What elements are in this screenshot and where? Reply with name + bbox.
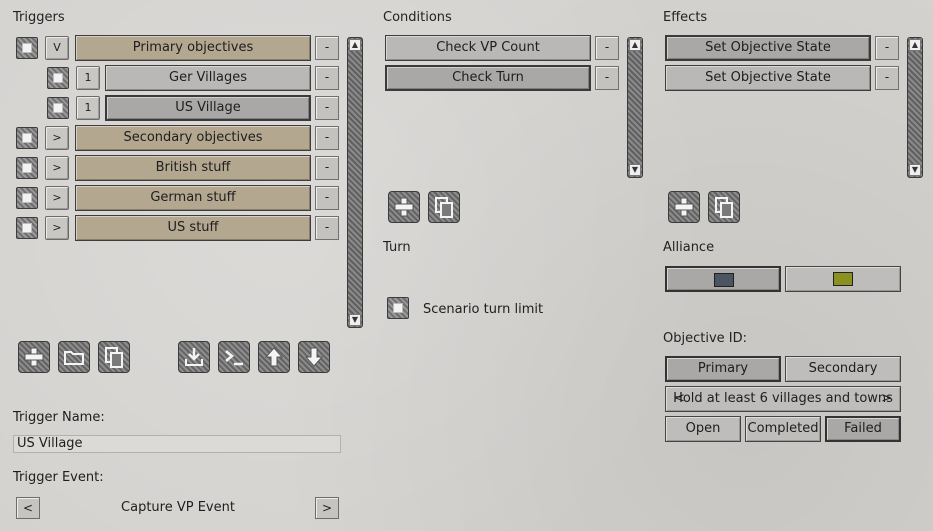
trigger-event-label: Trigger Event: <box>13 470 104 485</box>
objective-prev-button[interactable]: < <box>674 387 685 411</box>
trigger-event-next-button[interactable]: > <box>315 497 339 519</box>
alliance-header: Alliance <box>663 240 715 255</box>
copy-icon <box>435 197 453 218</box>
trigger-remove-button[interactable]: - <box>315 186 339 210</box>
conditions-scrollbar[interactable]: ▲ ▼ <box>627 37 643 178</box>
state-failed-button[interactable]: Failed <box>825 416 901 442</box>
condition-item[interactable]: Check Turn <box>385 65 591 91</box>
triggers-header: Triggers <box>13 10 65 25</box>
move-up-button[interactable] <box>258 341 290 373</box>
scroll-down-icon[interactable]: ▼ <box>629 164 641 176</box>
objective-type-primary[interactable]: Primary <box>665 356 781 382</box>
trigger-event-prev-button[interactable]: < <box>16 497 40 519</box>
trigger-expand-toggle[interactable]: > <box>45 186 69 210</box>
trigger-expand-toggle[interactable]: > <box>45 126 69 150</box>
trigger-checkbox[interactable] <box>47 67 69 89</box>
trigger-row-primary-objectives[interactable]: Primary objectives <box>75 35 311 61</box>
trigger-checkbox[interactable] <box>16 217 38 239</box>
import-icon <box>185 348 203 366</box>
trigger-remove-button[interactable]: - <box>315 126 339 150</box>
objective-id-header: Objective ID: <box>663 331 747 346</box>
trigger-name-input[interactable]: US Village <box>13 435 341 453</box>
turn-header: Turn <box>383 240 411 255</box>
import-trigger-button[interactable] <box>178 341 210 373</box>
add-folder-button[interactable] <box>58 341 90 373</box>
add-icon <box>24 347 44 367</box>
arrow-up-icon <box>264 347 284 367</box>
alliance-color-swatch <box>833 272 853 286</box>
trigger-expand-toggle[interactable]: > <box>45 216 69 240</box>
condition-item[interactable]: Check VP Count <box>385 35 591 61</box>
scroll-down-icon[interactable]: ▼ <box>909 164 921 176</box>
trigger-order-badge[interactable]: 1 <box>76 96 100 120</box>
add-effect-button[interactable] <box>668 191 700 223</box>
effect-remove-button[interactable]: - <box>875 66 899 90</box>
trigger-checkbox[interactable] <box>16 127 38 149</box>
trigger-remove-button[interactable]: - <box>315 156 339 180</box>
trigger-order-badge[interactable]: 1 <box>76 66 100 90</box>
arrow-down-icon <box>304 347 324 367</box>
trigger-row-german-stuff[interactable]: German stuff <box>75 185 311 211</box>
trigger-remove-button[interactable]: - <box>315 36 339 60</box>
scenario-turn-limit-label: Scenario turn limit <box>423 302 544 317</box>
folder-icon <box>64 351 84 365</box>
trigger-row-british-stuff[interactable]: British stuff <box>75 155 311 181</box>
state-open-button[interactable]: Open <box>665 416 741 442</box>
effect-item[interactable]: Set Objective State <box>665 35 871 61</box>
objective-next-button[interactable]: > <box>881 387 892 411</box>
state-completed-button[interactable]: Completed <box>745 416 821 442</box>
scroll-down-icon[interactable]: ▼ <box>349 314 361 326</box>
trigger-remove-button[interactable]: - <box>315 66 339 90</box>
copy-effect-button[interactable] <box>708 191 740 223</box>
trigger-expand-toggle[interactable]: > <box>45 156 69 180</box>
trigger-checkbox[interactable] <box>16 187 38 209</box>
move-down-button[interactable] <box>298 341 330 373</box>
trigger-remove-button[interactable]: - <box>315 216 339 240</box>
add-condition-button[interactable] <box>388 191 420 223</box>
copy-condition-button[interactable] <box>428 191 460 223</box>
trigger-expand-toggle[interactable]: V <box>45 36 69 60</box>
scenario-turn-limit-checkbox[interactable] <box>387 297 409 319</box>
alliance-option-allies[interactable] <box>665 266 781 292</box>
trigger-remove-button[interactable]: - <box>315 96 339 120</box>
trigger-checkbox[interactable] <box>47 97 69 119</box>
scroll-up-icon[interactable]: ▲ <box>349 39 361 51</box>
trigger-name-label: Trigger Name: <box>13 410 105 425</box>
objective-type-secondary[interactable]: Secondary <box>785 356 901 382</box>
copy-icon <box>715 197 733 218</box>
condition-remove-button[interactable]: - <box>595 36 619 60</box>
objective-text: Hold at least 6 villages and towns <box>673 391 893 406</box>
add-icon <box>394 197 414 217</box>
copy-trigger-button[interactable] <box>98 341 130 373</box>
trigger-row-us-village[interactable]: US Village <box>105 95 311 121</box>
trigger-event-value: Capture VP Event <box>121 500 235 515</box>
condition-remove-button[interactable]: - <box>595 66 619 90</box>
scroll-up-icon[interactable]: ▲ <box>629 39 641 51</box>
conditions-header: Conditions <box>383 10 452 25</box>
trigger-row-ger-villages[interactable]: Ger Villages <box>105 65 311 91</box>
objective-selector[interactable]: < Hold at least 6 villages and towns > <box>665 386 901 412</box>
scroll-up-icon[interactable]: ▲ <box>909 39 921 51</box>
effect-remove-button[interactable]: - <box>875 36 899 60</box>
trigger-checkbox[interactable] <box>16 37 38 59</box>
effects-header: Effects <box>663 10 708 25</box>
console-icon <box>225 350 243 366</box>
effect-item[interactable]: Set Objective State <box>665 65 871 91</box>
trigger-scrollbar[interactable]: ▲ ▼ <box>347 37 363 328</box>
add-trigger-button[interactable] <box>18 341 50 373</box>
add-icon <box>674 197 694 217</box>
effects-scrollbar[interactable]: ▲ ▼ <box>907 37 923 178</box>
script-trigger-button[interactable] <box>218 341 250 373</box>
alliance-color-swatch <box>714 273 734 287</box>
trigger-checkbox[interactable] <box>16 157 38 179</box>
alliance-option-axis[interactable] <box>785 266 901 292</box>
trigger-row-us-stuff[interactable]: US stuff <box>75 215 311 241</box>
trigger-row-secondary-objectives[interactable]: Secondary objectives <box>75 125 311 151</box>
copy-icon <box>105 347 123 368</box>
